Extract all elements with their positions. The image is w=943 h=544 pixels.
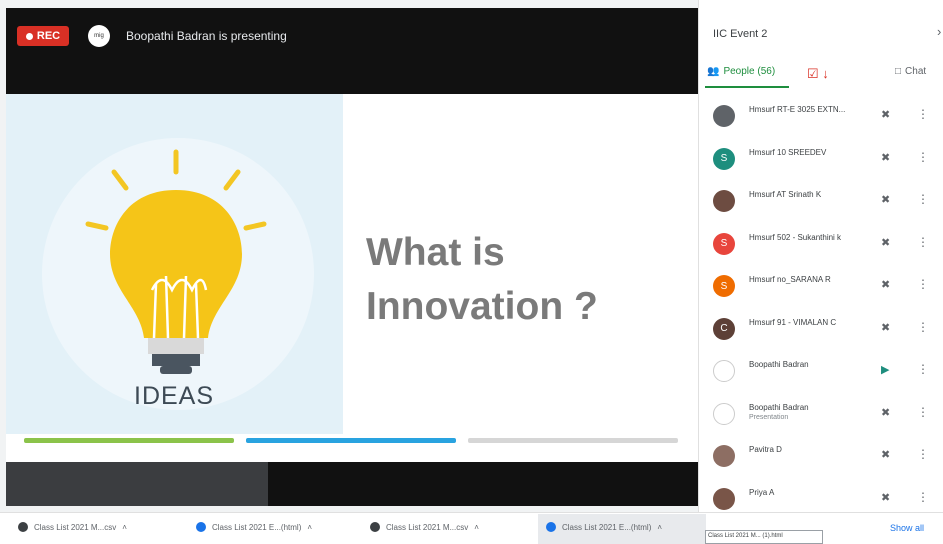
mic-muted-icon: ✖ [881,449,891,461]
download-item[interactable]: Class List 2021 M...csv ˄ [370,522,479,532]
rec-dot-icon [25,32,33,40]
caption-bar [6,462,698,506]
chat-icon: □ [895,66,902,77]
more-options-icon[interactable]: ⋮ [917,235,929,249]
mic-active-icon: ▶ [881,364,890,376]
show-all-link[interactable]: Show all [890,523,924,533]
meeting-stage: REC mig Boopathi Badran is presenting ID… [0,0,698,512]
avatar [713,105,735,127]
slide-title-line1: What is [366,231,505,274]
participant-row[interactable]: S Hmsurf no_SARANA R ✖ ⋮ [699,265,943,307]
participant-row[interactable]: C Hmsurf 91 - VIMALAN C ✖ ⋮ [699,308,943,350]
download-filename: Class List 2021 M...csv [34,522,117,532]
presenter-text: Boopathi Badran is presenting [126,29,287,43]
participant-row[interactable]: Hmsurf AT Srinath K ✖ ⋮ [699,180,943,222]
file-icon [370,522,380,532]
chevron-up-icon[interactable]: ˄ [307,523,312,532]
more-options-icon[interactable]: ⋮ [917,362,929,376]
caption-overlay [6,462,268,506]
more-options-icon[interactable]: ⋮ [917,192,929,206]
slide-title: What is Innovation ? [366,226,598,334]
download-filename: Class List 2021 M...csv [386,522,469,532]
progress-segment-gray [468,438,678,443]
download-filename: Class List 2021 E...(html) [212,522,302,532]
recording-badge: REC [17,26,69,46]
avatar [713,190,735,212]
file-icon [546,522,556,532]
avatar: S [713,232,735,255]
more-options-icon[interactable]: ⋮ [917,277,929,291]
progress-segment-green [24,438,234,443]
active-tab-indicator [705,86,789,88]
mic-muted-icon: ✖ [881,194,891,206]
participant-name: Hmsurf RT-E 3025 EXTN... [749,105,846,114]
ideas-label: IDEAS [134,382,215,410]
participant-name: Hmsurf no_SARANA R [749,275,831,284]
participant-row[interactable]: S Hmsurf 10 SREEDEV ✖ ⋮ [699,138,943,180]
download-item[interactable]: Class List 2021 E...(html) ˄ [546,522,662,532]
participant-row[interactable]: Hmsurf RT-E 3025 EXTN... ✖ ⋮ [699,95,943,137]
arrow-down-icon: ↓ [822,66,829,81]
participant-name: Hmsurf AT Srinath K [749,190,822,199]
tab-people-label: People (56) [723,66,776,77]
participant-row[interactable]: Pavitra D ✖ ⋮ [699,435,943,477]
annotation-icons: ☑ ↓ [807,66,829,82]
participant-row[interactable]: Boopathi Badran Presentation ✖ ⋮ [699,393,943,435]
presenter-avatar: mig [88,25,110,47]
slide-title-line2: Innovation ? [366,285,598,328]
avatar [713,487,735,510]
chevron-up-icon[interactable]: ˄ [657,523,662,532]
presentation-slide: IDEAS What is Innovation ? [6,94,698,462]
participant-name: Pavitra D [749,445,782,454]
avatar [713,360,735,382]
mic-muted-icon: ✖ [881,279,891,291]
avatar: S [713,275,735,297]
participant-name: Boopathi Badran [749,402,809,412]
chevron-up-icon[interactable]: ˄ [122,523,127,532]
chevron-up-icon[interactable]: ˄ [474,523,479,532]
participant-row[interactable]: Boopathi Badran ▶ ⋮ [699,350,943,392]
more-options-icon[interactable]: ⋮ [917,150,929,164]
participant-row[interactable]: S Hmsurf 502 - Sukanthini k ✖ ⋮ [699,223,943,265]
avatar [713,402,735,425]
mic-muted-icon: ✖ [881,236,891,249]
participant-subtitle: Presentation [749,413,789,421]
mic-muted-icon: ✖ [881,321,891,334]
presenter-bar: REC mig Boopathi Badran is presenting [6,8,698,94]
more-options-icon[interactable]: ⋮ [917,107,929,121]
people-panel: IIC Event 2 › 👥 People (56) ☑ ↓ □ Chat H… [698,0,943,512]
participant-name: Boopathi Badran [749,360,809,369]
download-filename: Class List 2021 E...(html) [562,522,652,532]
rec-label: REC [36,30,61,42]
tab-chat-label: Chat [905,66,927,77]
download-tooltip: Class List 2021 M... (1).html [705,530,823,544]
close-icon[interactable]: › [937,24,941,39]
participant-name: Hmsurf 502 - Sukanthini k [749,232,842,242]
people-icon: 👥 [707,66,720,77]
file-icon [196,522,206,532]
more-options-icon[interactable]: ⋮ [917,490,929,504]
avatar: S [713,147,735,170]
participant-name: Hmsurf 91 - VIMALAN C [749,317,837,327]
file-icon [18,522,28,532]
participant-name: Priya A [749,487,775,497]
mic-muted-icon: ✖ [881,406,891,419]
more-options-icon[interactable]: ⋮ [917,447,929,461]
mic-muted-icon: ✖ [881,491,891,504]
more-options-icon[interactable]: ⋮ [917,320,929,334]
more-options-icon[interactable]: ⋮ [917,405,929,419]
participant-name: Hmsurf 10 SREEDEV [749,147,827,157]
checkbox-icon: ☑ [807,66,819,81]
progress-segment-blue [246,438,456,443]
mic-muted-icon: ✖ [881,109,891,121]
tab-chat[interactable]: □ Chat [895,66,926,77]
mic-muted-icon: ✖ [881,151,891,164]
avatar [713,445,735,467]
slide-image-panel: IDEAS [6,94,343,434]
tab-people[interactable]: 👥 People (56) [707,66,775,77]
download-item[interactable]: Class List 2021 M...csv ˄ [18,522,127,532]
event-title: IIC Event 2 [713,28,768,40]
download-item[interactable]: Class List 2021 E...(html) ˄ [196,522,312,532]
avatar: C [713,317,735,340]
